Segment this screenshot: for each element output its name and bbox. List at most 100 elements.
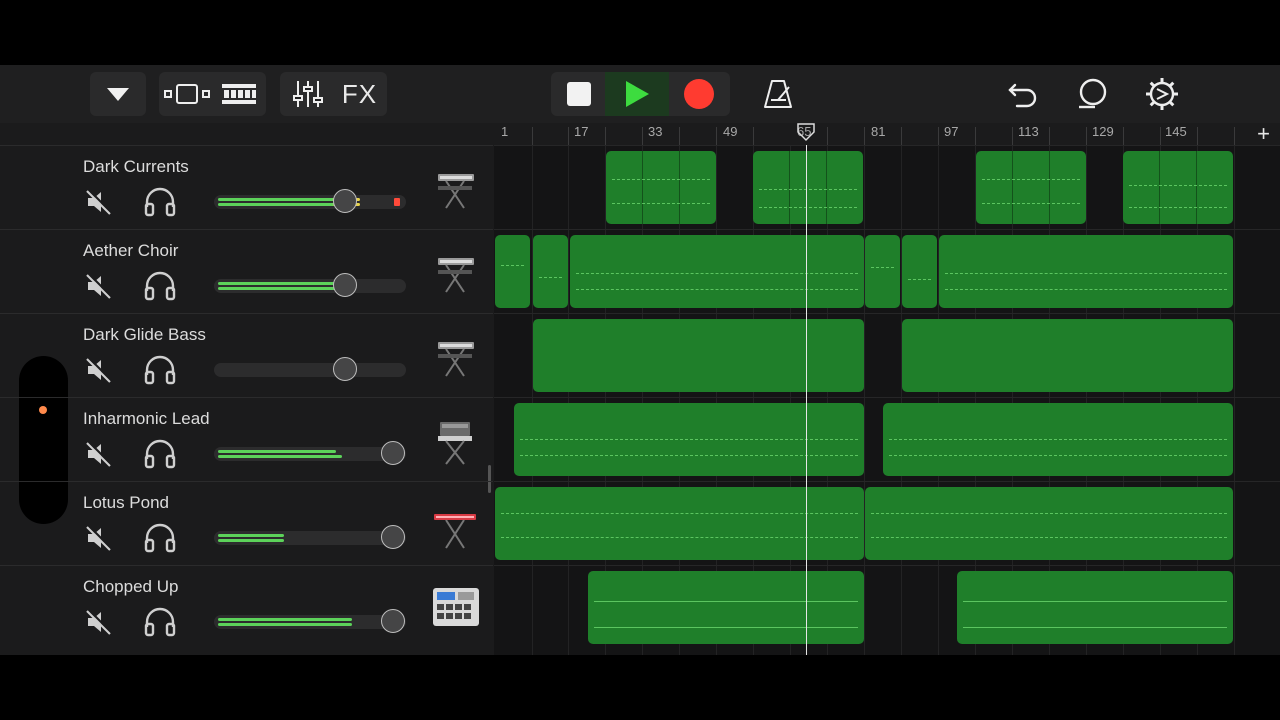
midi-region[interactable] — [533, 319, 864, 392]
metronome-button[interactable] — [758, 72, 798, 116]
midi-region[interactable] — [570, 235, 864, 308]
midi-region[interactable] — [939, 235, 1233, 308]
bar-number: 81 — [871, 124, 886, 139]
midi-region[interactable] — [902, 319, 1233, 392]
midi-region[interactable] — [533, 235, 568, 308]
record-button[interactable] — [669, 72, 729, 116]
add-track-button[interactable]: + — [1257, 121, 1270, 147]
transport-controls — [551, 72, 730, 116]
drum-machine-icon[interactable] — [432, 586, 480, 630]
ruler-tick — [753, 127, 754, 145]
headphones-icon[interactable] — [143, 523, 177, 553]
midi-region[interactable] — [606, 151, 716, 224]
playhead[interactable] — [806, 145, 807, 655]
timeline-ruler[interactable]: 1 17 33 49 65 81 97 113 129 145 + — [494, 121, 1280, 147]
playhead-handle-icon[interactable] — [796, 122, 816, 142]
track-lane — [494, 313, 1280, 398]
volume-slider[interactable] — [214, 357, 406, 381]
ruler-tick — [1123, 127, 1124, 145]
mixer-button[interactable] — [282, 72, 334, 116]
synth-stand-icon[interactable] — [432, 420, 478, 470]
ruler-tick — [716, 127, 717, 145]
view-toggle-group — [159, 72, 266, 116]
track-name: Inharmonic Lead — [83, 409, 210, 428]
ruler-tick — [975, 127, 976, 145]
volume-slider[interactable] — [214, 441, 406, 465]
volume-knob[interactable] — [333, 189, 357, 213]
fx-button[interactable]: FX — [334, 72, 386, 116]
bar-number: 17 — [574, 124, 589, 139]
midi-region[interactable] — [588, 571, 864, 644]
mute-speaker-icon[interactable] — [85, 188, 113, 216]
volume-knob[interactable] — [381, 441, 405, 465]
ruler-tick — [827, 127, 828, 145]
headphones-icon[interactable] — [143, 439, 177, 469]
volume-slider[interactable] — [214, 273, 406, 297]
headphones-icon[interactable] — [143, 271, 177, 301]
mute-speaker-icon[interactable] — [85, 608, 113, 636]
midi-region[interactable] — [902, 235, 937, 308]
undo-icon — [1008, 83, 1037, 108]
live-loops-view-button[interactable] — [213, 72, 265, 116]
mute-speaker-icon[interactable] — [85, 356, 113, 384]
loop-browser-button[interactable] — [1071, 72, 1115, 116]
track-lane — [494, 481, 1280, 566]
track-header[interactable]: Chopped Up — [0, 565, 493, 650]
volume-knob[interactable] — [381, 609, 405, 633]
track-header[interactable]: Dark Currents — [0, 145, 493, 230]
midi-region[interactable] — [957, 571, 1233, 644]
track-header[interactable]: Lotus Pond — [0, 481, 493, 566]
track-header[interactable]: Inharmonic Lead — [0, 397, 493, 482]
tracks-timeline[interactable] — [494, 145, 1280, 655]
headphones-icon[interactable] — [143, 607, 177, 637]
stop-button[interactable] — [553, 72, 605, 116]
bar-number: 129 — [1092, 124, 1114, 139]
mute-speaker-icon[interactable] — [85, 272, 113, 300]
tracks-view-button[interactable] — [161, 72, 213, 116]
ruler-tick — [1197, 127, 1198, 145]
ruler-tick — [568, 127, 569, 145]
ruler-tick — [605, 127, 606, 145]
midi-region[interactable] — [883, 403, 1233, 476]
garageband-app: FX 1 17 33 49 65 81 97 113 129 145 + Dar… — [0, 65, 1280, 655]
track-lane — [494, 229, 1280, 314]
volume-slider[interactable] — [214, 189, 406, 213]
track-lane — [494, 145, 1280, 230]
keyboard-stand-icon[interactable] — [432, 168, 478, 218]
browser-dropdown-button[interactable] — [90, 72, 146, 116]
track-lane — [494, 397, 1280, 482]
midi-region[interactable] — [514, 403, 864, 476]
track-name: Dark Currents — [83, 157, 189, 176]
bar-number: 49 — [723, 124, 738, 139]
headphones-icon[interactable] — [143, 355, 177, 385]
mute-speaker-icon[interactable] — [85, 524, 113, 552]
midi-region[interactable] — [495, 235, 530, 308]
track-name: Lotus Pond — [83, 493, 170, 512]
metronome-icon — [764, 80, 792, 108]
bar-number: 1 — [501, 124, 509, 139]
mute-speaker-icon[interactable] — [85, 440, 113, 468]
midi-region[interactable] — [495, 487, 864, 560]
track-header[interactable]: Dark Glide Bass — [0, 313, 493, 398]
keyboard-stand-icon[interactable] — [432, 252, 478, 302]
settings-button[interactable] — [1142, 72, 1182, 116]
volume-knob[interactable] — [381, 525, 405, 549]
midi-region[interactable] — [865, 235, 900, 308]
red-keyboard-icon[interactable] — [432, 504, 478, 554]
volume-knob[interactable] — [333, 273, 357, 297]
volume-knob[interactable] — [333, 357, 357, 381]
track-headers: Dark Currents Aether Choir Dark Glide Ba… — [0, 145, 493, 655]
undo-button[interactable] — [1003, 72, 1043, 116]
play-button[interactable] — [604, 72, 669, 116]
midi-region[interactable] — [1123, 151, 1233, 224]
track-header[interactable]: Aether Choir — [0, 229, 493, 314]
bar-number: 97 — [944, 124, 959, 139]
ruler-tick — [642, 127, 643, 145]
midi-region[interactable] — [753, 151, 863, 224]
midi-region[interactable] — [865, 487, 1233, 560]
volume-slider[interactable] — [214, 525, 406, 549]
midi-region[interactable] — [976, 151, 1086, 224]
volume-slider[interactable] — [214, 609, 406, 633]
headphones-icon[interactable] — [143, 187, 177, 217]
keyboard-stand-icon[interactable] — [432, 336, 478, 386]
